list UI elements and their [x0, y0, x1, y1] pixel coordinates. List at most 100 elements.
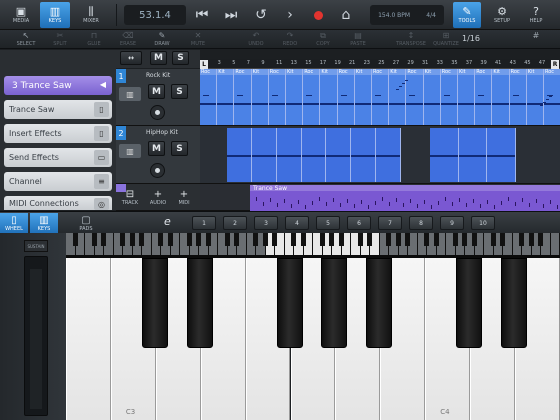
- octave-button[interactable]: 1: [192, 216, 216, 230]
- global-solo-button[interactable]: S: [172, 51, 189, 65]
- add-track-button[interactable]: ⊟ TRACK: [118, 190, 142, 209]
- black-key[interactable]: [456, 258, 483, 348]
- black-key[interactable]: [321, 258, 348, 348]
- keyboard-overview[interactable]: [66, 233, 560, 255]
- white-key[interactable]: [66, 258, 111, 420]
- global-mute-button[interactable]: M: [150, 51, 167, 65]
- midi-clip[interactable]: [430, 128, 459, 182]
- midi-clip[interactable]: Roc: [544, 69, 560, 125]
- timeline-ruler[interactable]: 1357911131517192123252729313335373941434…: [200, 59, 560, 69]
- midi-clip[interactable]: Roc: [372, 69, 390, 125]
- select-tool[interactable]: ↖ SELECT: [14, 31, 38, 49]
- inspector-instrument[interactable]: Trance Saw ▯: [4, 100, 112, 119]
- edit-e-icon[interactable]: e: [164, 215, 171, 228]
- tools-button[interactable]: ✎ TOOLS: [453, 2, 481, 28]
- copy-button[interactable]: ⧉ COPY: [311, 31, 335, 49]
- midi-clip[interactable]: Roc: [509, 69, 527, 125]
- arrange-area[interactable]: Roc Kit Roc Kit Roc Kit Roc Kit Roc Kit Roc Kit Roc K…: [200, 69, 560, 211]
- tempo-display[interactable]: 154.0 BPM 4/4: [370, 5, 444, 25]
- track-hiphop-kit[interactable]: 2 HipHop Kit ▥ M S: [116, 126, 200, 184]
- octave-button[interactable]: 8: [409, 216, 433, 230]
- sustain-button[interactable]: SUSTAIN: [24, 240, 48, 252]
- midi-clip[interactable]: Kit: [286, 69, 304, 125]
- midi-clip[interactable]: Roc: [337, 69, 355, 125]
- position-display[interactable]: 53.1.4: [124, 5, 186, 25]
- midi-clip[interactable]: Kit: [217, 69, 235, 125]
- mute-tool[interactable]: ✕ MUTE: [186, 31, 210, 49]
- setup-button[interactable]: ⚙ SETUP: [488, 2, 516, 28]
- inspector-track-header[interactable]: 3 Trance Saw ◀: [4, 76, 112, 95]
- record-button[interactable]: [308, 4, 328, 26]
- midi-clip[interactable]: Roc: [440, 69, 458, 125]
- midi-clip[interactable]: Roc: [406, 69, 424, 125]
- octave-button[interactable]: 6: [347, 216, 371, 230]
- redo-button[interactable]: ↷ REDO: [278, 31, 302, 49]
- skip-forward-button[interactable]: ⏭: [221, 4, 241, 26]
- black-key[interactable]: [366, 258, 393, 348]
- black-key[interactable]: [501, 258, 527, 348]
- midi-clip[interactable]: [487, 128, 516, 182]
- cycle-button[interactable]: ↺: [250, 4, 272, 26]
- midi-clip[interactable]: [458, 128, 488, 182]
- midi-clip[interactable]: Kit: [423, 69, 441, 125]
- lane-rock-kit[interactable]: Roc Kit Roc Kit Roc Kit Roc Kit Roc Kit Roc Kit Roc K…: [200, 69, 560, 126]
- octave-button[interactable]: 4: [285, 216, 309, 230]
- draw-tool[interactable]: ✎ DRAW: [150, 31, 174, 49]
- solo-button[interactable]: S: [171, 84, 188, 99]
- fit-button[interactable]: ↔: [120, 51, 142, 65]
- inspector-send-effects[interactable]: Send Effects ▭: [4, 148, 112, 167]
- lane-hiphop-kit[interactable]: [200, 126, 560, 184]
- split-tool[interactable]: ✂ SPLIT: [48, 31, 72, 49]
- solo-button[interactable]: S: [171, 141, 188, 156]
- snap-grid-button[interactable]: #: [526, 31, 546, 49]
- midi-clip[interactable]: Roc: [475, 69, 493, 125]
- octave-button[interactable]: 7: [378, 216, 402, 230]
- midi-clip[interactable]: Kit: [320, 69, 338, 125]
- add-midi-track-button[interactable]: + MIDI: [172, 190, 196, 209]
- black-key[interactable]: [276, 258, 303, 348]
- metronome-button[interactable]: ⌂: [336, 4, 356, 26]
- inspector-channel[interactable]: Channel ≡: [4, 172, 112, 191]
- left-locator[interactable]: L: [200, 60, 208, 69]
- midi-clip[interactable]: Kit: [492, 69, 510, 125]
- paste-button[interactable]: ▤ PASTE: [346, 31, 370, 49]
- track-rock-kit[interactable]: 1 Rock Kit ▥ M S: [116, 69, 200, 126]
- octave-button[interactable]: 9: [440, 216, 464, 230]
- record-enable-button[interactable]: [150, 105, 165, 120]
- transpose-button[interactable]: ↕ TRANSPOSE: [392, 31, 430, 49]
- midi-clip[interactable]: Roc: [200, 69, 218, 125]
- add-audio-track-button[interactable]: + AUDIO: [146, 190, 170, 209]
- inspector-insert-effects[interactable]: Insert Effects ▯: [4, 124, 112, 143]
- inspector-midi-connections[interactable]: MIDI Connections ◎: [4, 196, 112, 210]
- midi-clip[interactable]: Roc: [303, 69, 321, 125]
- record-enable-button[interactable]: [150, 163, 165, 178]
- pads-mode-button[interactable]: ▢ PADS: [72, 213, 100, 234]
- black-key[interactable]: [141, 258, 168, 348]
- media-button[interactable]: ▣ MEDIA: [6, 2, 36, 28]
- midi-clip[interactable]: [351, 128, 377, 182]
- midi-clip[interactable]: Kit: [389, 69, 407, 125]
- midi-clip[interactable]: Roc: [234, 69, 252, 125]
- right-locator[interactable]: R: [551, 60, 559, 69]
- midi-clip[interactable]: [227, 128, 252, 182]
- octave-button[interactable]: 2: [223, 216, 247, 230]
- midi-clip[interactable]: Kit: [526, 69, 544, 125]
- grid-value[interactable]: 1/16: [462, 34, 480, 43]
- keys-button[interactable]: ▥ KEYS: [40, 2, 70, 28]
- midi-clip[interactable]: Trance Saw: [250, 185, 560, 211]
- black-key[interactable]: [186, 258, 213, 348]
- glue-tool[interactable]: ⊓ GLUE: [82, 31, 106, 49]
- undo-button[interactable]: ↶ UNDO: [244, 31, 268, 49]
- midi-clip[interactable]: Kit: [251, 69, 269, 125]
- help-button[interactable]: ? HELP: [522, 2, 550, 28]
- midi-clip[interactable]: [251, 128, 277, 182]
- midi-clip[interactable]: [376, 128, 401, 182]
- mute-button[interactable]: M: [148, 84, 165, 99]
- octave-button[interactable]: 3: [254, 216, 278, 230]
- wheel-button[interactable]: ▯ WHEEL: [0, 213, 28, 234]
- lane-trance-saw[interactable]: Trance Saw: [200, 184, 560, 211]
- pitch-wheel[interactable]: [24, 256, 48, 416]
- piano-keyboard[interactable]: C3 C4: [66, 258, 560, 420]
- midi-clip[interactable]: [276, 128, 302, 182]
- midi-clip[interactable]: [301, 128, 327, 182]
